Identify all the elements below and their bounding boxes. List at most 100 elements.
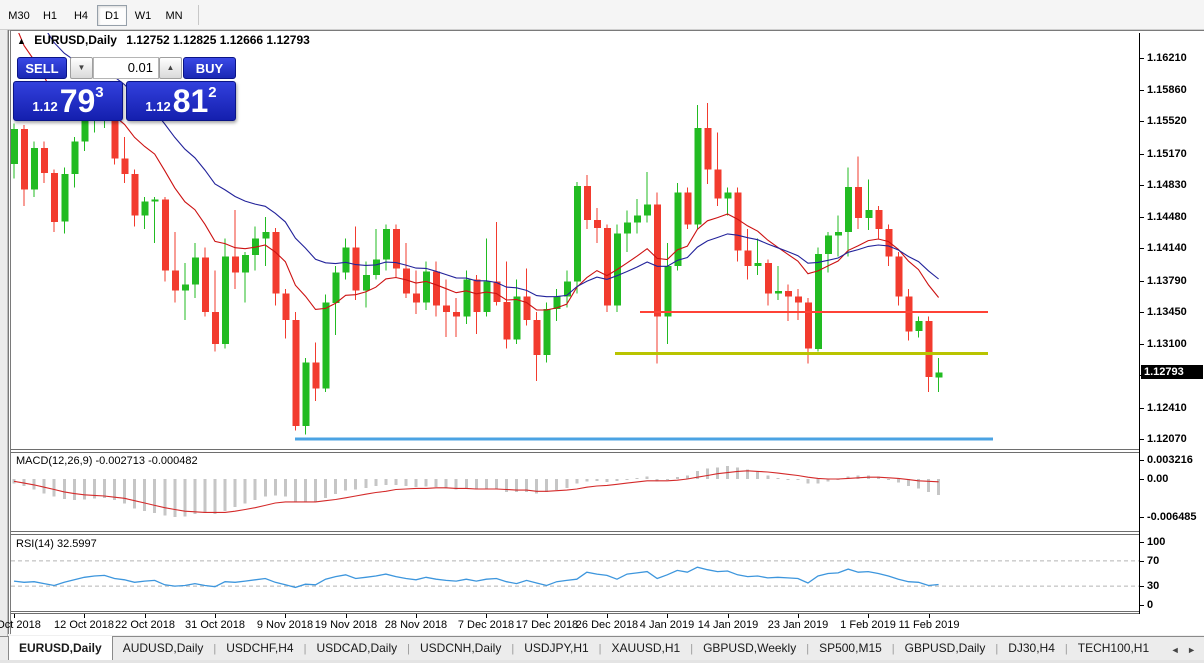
- date-axis-tick: [868, 614, 869, 618]
- chart-tab-tech100-h1[interactable]: TECH100,H1: [1068, 637, 1159, 660]
- price-axis-label: 1.13100: [1147, 338, 1187, 350]
- date-axis-tick: [285, 614, 286, 618]
- ask-price-prefix: 1.12: [145, 98, 171, 114]
- bid-price-big: 79: [59, 83, 96, 119]
- price-axis-tick: [1140, 121, 1144, 122]
- tabs-scroll-right-icon[interactable]: ►: [1187, 645, 1196, 655]
- chart-tab-usdjpy-h1[interactable]: USDJPY,H1: [514, 637, 598, 660]
- chart-tab-sp500-m15[interactable]: SP500,M15: [809, 637, 892, 660]
- macd-indicator-label: MACD(12,26,9) -0.002713 -0.000482: [16, 455, 198, 467]
- current-price-tag: 1.12793: [1141, 365, 1203, 379]
- price-axis-tick: [1140, 154, 1144, 155]
- date-axis-tick: [486, 614, 487, 618]
- chart-title: ▲ EURUSD,Daily 1.12752 1.12825 1.12666 1…: [17, 33, 310, 47]
- macd-axis-label: 0.00: [1147, 473, 1169, 485]
- price-axis-label: 1.15520: [1147, 115, 1187, 127]
- date-axis-tick: [145, 614, 146, 618]
- chart-title-symbol: EURUSD,Daily: [34, 33, 117, 47]
- timeframe-toolbar: M30 H1 H4 D1 W1 MN: [0, 0, 1204, 30]
- date-axis-tick: [14, 614, 15, 618]
- rsi-indicator-plot[interactable]: [11, 535, 1139, 611]
- timeframe-button-h1[interactable]: H1: [35, 5, 65, 26]
- price-axis-tick: [1140, 58, 1144, 59]
- rsi-panel-splitter[interactable]: [11, 531, 1204, 535]
- chart-tab-usdcad-daily[interactable]: USDCAD,Daily: [306, 637, 407, 660]
- price-axis-label: 1.12070: [1147, 433, 1187, 445]
- price-axis-tick: [1140, 281, 1144, 282]
- sell-button[interactable]: SELL: [17, 57, 67, 79]
- chart-tab-gbpusd-daily[interactable]: GBPUSD,Daily: [895, 637, 996, 660]
- sell-price-box[interactable]: 1.12 79 3: [13, 81, 123, 121]
- chart-tab-dj30-h4[interactable]: DJ30,H4: [998, 637, 1065, 660]
- macd-axis-label: 0.003216: [1147, 454, 1193, 466]
- price-axis-label: 1.12410: [1147, 402, 1187, 414]
- date-axis-tick: [798, 614, 799, 618]
- date-axis-label: 11 Feb 2019: [898, 619, 960, 631]
- date-axis-tick: [667, 614, 668, 618]
- chart-tab-eurusd-daily[interactable]: EURUSD,Daily: [8, 636, 113, 660]
- timeframe-button-w1[interactable]: W1: [128, 5, 158, 26]
- volume-increase-button[interactable]: ▲: [159, 57, 182, 79]
- buy-button[interactable]: BUY: [183, 57, 236, 79]
- price-axis-tick: [1140, 90, 1144, 91]
- timeframe-button-d1[interactable]: D1: [97, 5, 127, 27]
- price-axis: 1.12793 1.16210 1.15860 1.15520 1.15170 1.14…: [1139, 33, 1204, 614]
- ask-price-big: 81: [172, 83, 209, 119]
- timeframe-button-m30[interactable]: M30: [4, 5, 34, 26]
- tabs-scroll-left-icon[interactable]: ◄: [1171, 645, 1180, 655]
- price-axis-label: 1.15170: [1147, 148, 1187, 160]
- bid-price-pipette: 3: [95, 83, 104, 101]
- trading-terminal: M30 H1 H4 D1 W1 MN ▲ EURUSD,Daily 1.12752 1.1…: [0, 0, 1204, 663]
- rsi-axis-tick: [1140, 561, 1144, 562]
- chart-tab-bar: EURUSD,Daily AUDUSD,Daily | USDCHF,H4 | USDCA…: [0, 636, 1204, 660]
- rsi-axis-label: 70: [1147, 555, 1160, 567]
- date-axis-tick: [728, 614, 729, 618]
- chevron-up-icon: ▲: [166, 63, 175, 72]
- price-axis-tick: [1140, 344, 1144, 345]
- price-axis-tick: [1140, 185, 1144, 186]
- price-axis-tick: [1140, 217, 1144, 218]
- rsi-indicator-label: RSI(14) 32.5997: [16, 538, 97, 550]
- buy-price-box[interactable]: 1.12 81 2: [126, 81, 236, 121]
- date-axis-tick: [929, 614, 930, 618]
- price-axis-label: 1.14140: [1147, 242, 1187, 254]
- chevron-down-icon: ▼: [77, 63, 86, 72]
- rsi-axis-tick: [1140, 542, 1144, 543]
- rsi-axis-label: 30: [1147, 580, 1160, 592]
- price-axis-label: 1.13450: [1147, 306, 1187, 318]
- volume-decrease-button[interactable]: ▼: [70, 57, 93, 79]
- chart-tab-usdcnh-daily[interactable]: USDCNH,Daily: [410, 637, 511, 660]
- volume-input[interactable]: 0.01: [93, 57, 159, 79]
- chart-tab-xauusd-h1[interactable]: XAUUSD,H1: [602, 637, 691, 660]
- chart-tab-usdchf-h4[interactable]: USDCHF,H4: [216, 637, 303, 660]
- chart-window: ▲ EURUSD,Daily 1.12752 1.12825 1.12666 1…: [0, 30, 1204, 635]
- left-panel-edge: [0, 30, 8, 660]
- one-click-panel-toggle-icon[interactable]: ▲: [17, 36, 26, 46]
- date-axis-tick: [416, 614, 417, 618]
- date-axis-tick: [215, 614, 216, 618]
- price-axis-label: 1.15860: [1147, 84, 1187, 96]
- timeframe-button-h4[interactable]: H4: [66, 5, 96, 26]
- price-axis-tick: [1140, 408, 1144, 409]
- date-axis-tick: [84, 614, 85, 618]
- timeframe-button-mn[interactable]: MN: [159, 5, 189, 26]
- macd-axis-label: -0.006485: [1147, 511, 1197, 523]
- macd-axis-tick: [1140, 479, 1144, 480]
- price-axis-tick: [1140, 248, 1144, 249]
- chart-tab-gbpusd-weekly[interactable]: GBPUSD,Weekly: [693, 637, 806, 660]
- macd-axis-tick: [1140, 517, 1144, 518]
- date-axis-tick: [607, 614, 608, 618]
- chart-title-ohlc: 1.12752 1.12825 1.12666 1.12793: [126, 33, 310, 47]
- date-axis-tick: [346, 614, 347, 618]
- rsi-axis-label: 100: [1147, 536, 1166, 548]
- price-axis-tick: [1140, 439, 1144, 440]
- date-axis-tick: [547, 614, 548, 618]
- price-axis-label: 1.16210: [1147, 52, 1187, 64]
- price-axis-tick: [1140, 312, 1144, 313]
- macd-axis-tick: [1140, 460, 1144, 461]
- chart-tab-audusd-daily[interactable]: AUDUSD,Daily: [113, 637, 214, 660]
- macd-panel-splitter[interactable]: [11, 449, 1204, 453]
- price-axis-label: 1.14480: [1147, 211, 1187, 223]
- toolbar-separator: [198, 5, 199, 25]
- rsi-axis-tick: [1140, 605, 1144, 606]
